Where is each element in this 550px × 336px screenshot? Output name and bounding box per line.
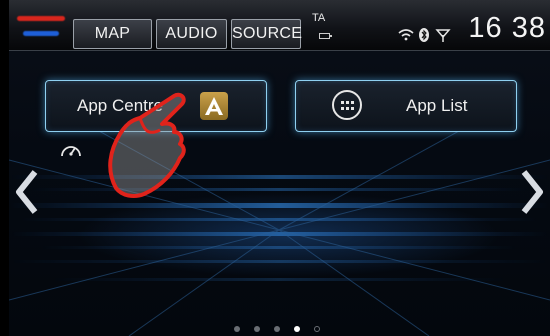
- page-dot[interactable]: [234, 326, 240, 332]
- head-unit-screen: MAP AUDIO SOURCE TA 16 38 App Centre App…: [9, 0, 550, 336]
- battery-icon: [319, 33, 332, 39]
- home-logo-icon[interactable]: [17, 14, 65, 40]
- source-button[interactable]: SOURCE: [231, 19, 302, 49]
- page-dot-active[interactable]: [294, 326, 300, 332]
- page-dot[interactable]: [254, 326, 260, 332]
- antenna-icon: [435, 29, 451, 42]
- status-bar: MAP AUDIO SOURCE TA 16 38: [9, 0, 550, 51]
- grid-icon: [332, 90, 362, 120]
- previous-page-arrow-icon[interactable]: [15, 170, 39, 214]
- clock: 16 38: [468, 12, 546, 44]
- app-list-button[interactable]: App List: [295, 80, 517, 132]
- ta-label: TA: [312, 12, 326, 24]
- audio-button[interactable]: AUDIO: [156, 19, 227, 49]
- app-list-label: App List: [406, 96, 468, 115]
- wifi-icon: [398, 29, 414, 41]
- hand-pointer-icon: [108, 92, 186, 198]
- background-tunnel: [9, 119, 550, 336]
- page-dot[interactable]: [274, 326, 280, 332]
- status-icons: [398, 28, 451, 42]
- next-page-arrow-icon[interactable]: [520, 170, 544, 214]
- map-button[interactable]: MAP: [73, 19, 152, 49]
- bluetooth-icon: [419, 28, 429, 42]
- speedometer-icon: [61, 146, 81, 157]
- page-dot[interactable]: [314, 326, 320, 332]
